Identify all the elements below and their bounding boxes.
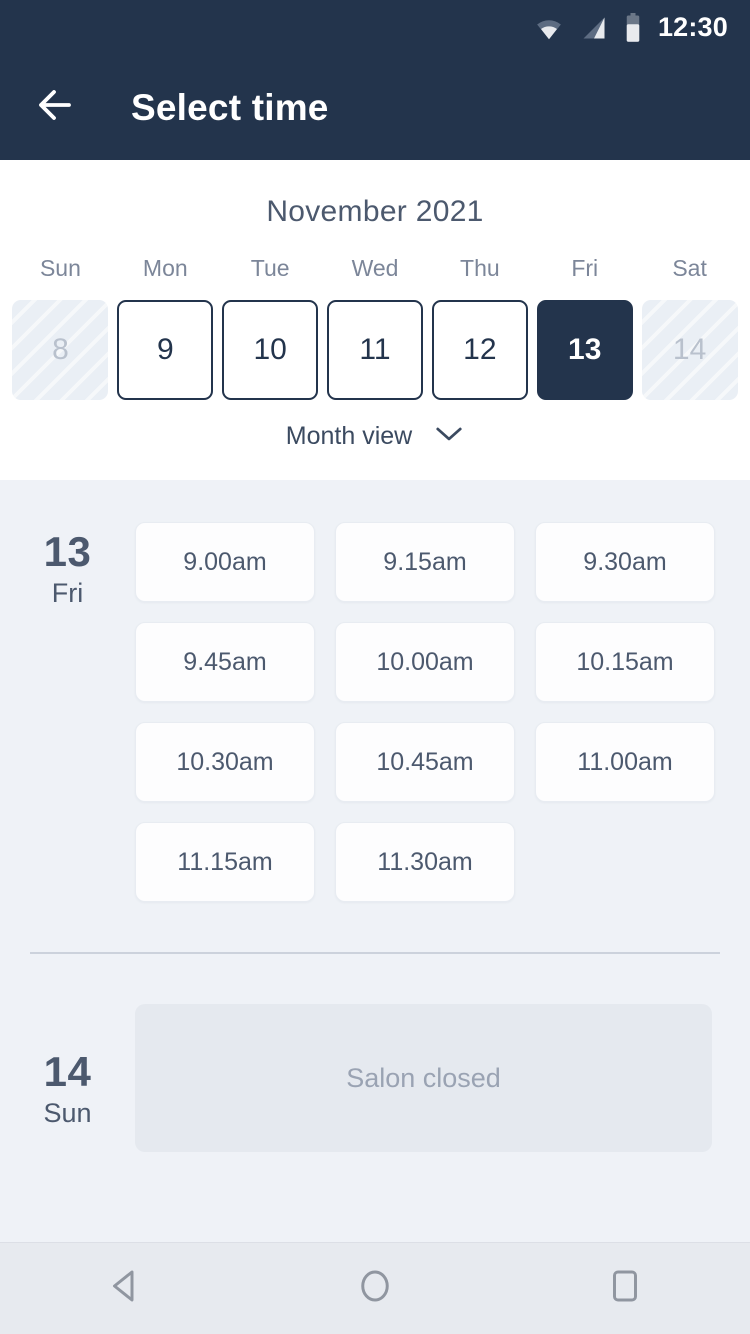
weekday-label: Sat [672,255,707,281]
phone-screen: 12:30 Select time November 2021 Sun Mon … [0,0,750,1334]
schedule-content: 13 Fri 9.00am 9.15am 9.30am 9.45am 10.00… [0,480,750,1242]
time-slot[interactable]: 10.45am [335,722,515,802]
date-cell-wrap: 12 [427,300,532,400]
date-cell-14: 14 [641,300,738,400]
weekday-header-row: Sun Mon Tue Wed Thu Fri Sat [0,255,750,282]
salon-closed-card: Salon closed [135,1004,712,1152]
time-slot[interactable]: 10.00am [335,622,515,702]
status-time: 12:30 [657,12,728,42]
time-slot-grid: 9.00am 9.15am 9.30am 9.45am 10.00am 10.1… [135,480,750,902]
time-slot[interactable]: 10.30am [135,722,315,802]
android-nav-bar [0,1242,750,1334]
time-slot[interactable]: 11.30am [335,822,515,902]
day-label-group: 13 Fri [0,480,135,902]
date-cell-wrap: 13 [532,300,637,400]
weekday-label: Wed [351,255,399,281]
nav-home-button[interactable] [320,1243,430,1334]
arrow-left-icon [31,81,79,134]
calendar-panel: November 2021 Sun Mon Tue Wed Thu Fri Sa… [0,160,750,480]
weekday-label: Thu [460,255,500,281]
status-bar: 12:30 [0,0,750,55]
wifi-icon [534,13,564,43]
nav-recents-icon [604,1265,646,1312]
signal-icon [580,14,608,42]
salon-closed-label: Salon closed [346,1062,501,1093]
nav-recents-button[interactable] [570,1243,680,1334]
weekday-label: Fri [571,255,599,281]
calendar-month-label: November 2021 [266,195,484,228]
date-cell-wrap: 14 [637,300,742,400]
weekday-label: Sun [39,255,81,281]
day-of-week: Sun [43,1098,92,1129]
battery-icon [624,12,642,43]
date-cell-10[interactable]: 10 [222,300,319,400]
app-bar: Select time [0,55,750,160]
nav-back-icon [104,1265,146,1312]
time-slot[interactable]: 9.15am [335,522,515,602]
day-label-group: 14 Sun [0,962,135,1152]
chevron-down-icon [434,424,464,449]
weekday-label: Mon [142,255,188,281]
date-cell-wrap: 8 [8,300,113,400]
time-slot[interactable]: 9.00am [135,522,315,602]
day-section-14: 14 Sun Salon closed [0,954,750,1152]
time-slot[interactable]: 11.00am [535,722,715,802]
time-slot[interactable]: 11.15am [135,822,315,902]
weekday-label: Tue [250,255,290,281]
page-title: Select time [131,86,329,128]
date-cell-wrap: 11 [323,300,428,400]
month-view-toggle[interactable]: Month view [0,422,750,451]
day-number: 13 [43,528,92,575]
day-of-week: Fri [51,578,84,609]
time-slot[interactable]: 10.15am [535,622,715,702]
day-section-13: 13 Fri 9.00am 9.15am 9.30am 9.45am 10.00… [0,480,750,902]
date-cell-wrap: 9 [113,300,218,400]
time-slot[interactable]: 9.30am [535,522,715,602]
date-cell-9[interactable]: 9 [117,300,214,400]
date-cell-wrap: 10 [218,300,323,400]
date-cell-11[interactable]: 11 [327,300,423,400]
date-strip: 8 9 10 11 12 13 14 [0,300,750,400]
month-view-label: Month view [285,422,413,450]
back-button[interactable] [24,77,86,139]
nav-home-icon [354,1265,396,1312]
nav-back-button[interactable] [70,1243,180,1334]
date-cell-12[interactable]: 12 [431,300,528,400]
time-slot[interactable]: 9.45am [135,622,315,702]
date-cell-13-selected[interactable]: 13 [536,300,633,400]
day-number: 14 [43,1048,92,1095]
date-cell-8: 8 [12,300,109,400]
